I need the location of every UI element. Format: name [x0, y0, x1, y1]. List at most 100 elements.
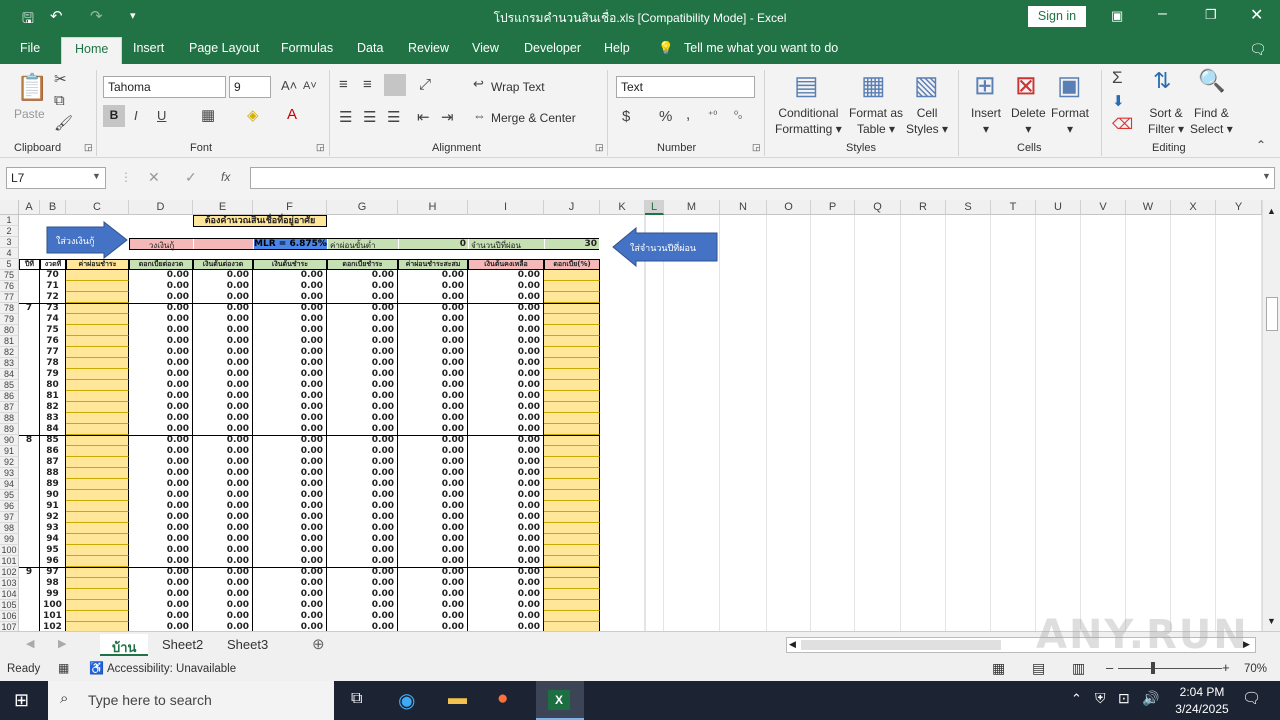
tab-data[interactable]: Data	[357, 41, 383, 55]
row-header[interactable]: 78	[0, 303, 19, 314]
value-cell[interactable]: 0.00	[253, 600, 327, 611]
column-header[interactable]: M	[664, 200, 720, 215]
collapse-ribbon-icon[interactable]: ⌃	[1256, 138, 1266, 152]
payment-cell[interactable]	[66, 501, 129, 512]
row-header[interactable]: 95	[0, 490, 19, 501]
value-cell[interactable]: 0.00	[253, 556, 327, 567]
year-cell[interactable]	[19, 479, 40, 490]
period-cell[interactable]: 101	[40, 611, 66, 622]
payment-cell[interactable]	[66, 347, 129, 358]
rate-cell[interactable]	[544, 545, 600, 556]
row-header[interactable]: 105	[0, 600, 19, 611]
increase-font-icon[interactable]: A˄	[281, 78, 297, 93]
year-cell[interactable]	[19, 534, 40, 545]
fill-icon[interactable]: ⬇	[1112, 92, 1125, 110]
column-header[interactable]: G	[327, 200, 398, 215]
payment-cell[interactable]	[66, 545, 129, 556]
column-header[interactable]: Y	[1216, 200, 1262, 215]
value-cell[interactable]: 0.00	[327, 589, 398, 600]
format-cells-icon[interactable]: ▣	[1057, 70, 1082, 101]
value-cell[interactable]: 0.00	[468, 281, 544, 292]
value-cell[interactable]: 0.00	[398, 611, 468, 622]
insert-cells-button[interactable]: Insert ▾	[971, 105, 1001, 137]
value-cell[interactable]: 0.00	[468, 479, 544, 490]
value-cell[interactable]: 0.00	[253, 347, 327, 358]
column-header[interactable]: Q	[855, 200, 901, 215]
value-cell[interactable]: 0.00	[129, 413, 193, 424]
column-header[interactable]: B	[40, 200, 66, 215]
payment-cell[interactable]	[66, 523, 129, 534]
confirm-entry-icon[interactable]: ✓	[185, 169, 197, 186]
value-cell[interactable]: 0.00	[398, 567, 468, 578]
orientation-icon[interactable]: ⤢	[419, 76, 431, 93]
fee-value[interactable]: 0	[399, 239, 468, 249]
rate-cell[interactable]	[544, 567, 600, 578]
value-cell[interactable]: 0.00	[398, 468, 468, 479]
cell-styles-button[interactable]: Cell Styles ▾	[906, 105, 948, 137]
period-cell[interactable]: 72	[40, 292, 66, 303]
value-cell[interactable]: 0.00	[129, 600, 193, 611]
row-header[interactable]: 101	[0, 556, 19, 567]
value-cell[interactable]: 0.00	[193, 347, 253, 358]
year-cell[interactable]: 8	[19, 435, 40, 446]
minimize-icon[interactable]: –	[1158, 5, 1167, 23]
value-cell[interactable]: 0.00	[129, 457, 193, 468]
payment-cell[interactable]	[66, 589, 129, 600]
value-cell[interactable]: 0.00	[253, 380, 327, 391]
decrease-indent-icon[interactable]: ⇤	[417, 108, 430, 126]
value-cell[interactable]: 0.00	[468, 556, 544, 567]
format-cells-button[interactable]: Format ▾	[1051, 105, 1089, 137]
tab-home[interactable]: Home	[61, 37, 123, 64]
align-right-icon[interactable]: ☰	[387, 108, 400, 126]
period-cell[interactable]: 74	[40, 314, 66, 325]
row-header[interactable]: 80	[0, 325, 19, 336]
tab-help[interactable]: Help	[604, 41, 630, 55]
row-header[interactable]: 97	[0, 512, 19, 523]
value-cell[interactable]: 0.00	[253, 479, 327, 490]
value-cell[interactable]: 0.00	[193, 578, 253, 589]
payment-cell[interactable]	[66, 270, 129, 281]
tell-me-search[interactable]: Tell me what you want to do	[684, 41, 838, 55]
period-cell[interactable]: 79	[40, 369, 66, 380]
year-cell[interactable]	[19, 336, 40, 347]
value-cell[interactable]: 0.00	[327, 402, 398, 413]
row-header[interactable]: 94	[0, 479, 19, 490]
value-cell[interactable]: 0.00	[129, 589, 193, 600]
value-cell[interactable]: 0.00	[398, 413, 468, 424]
rate-cell[interactable]	[544, 303, 600, 314]
value-cell[interactable]: 0.00	[193, 501, 253, 512]
value-cell[interactable]: 0.00	[327, 611, 398, 622]
value-cell[interactable]: 0.00	[327, 567, 398, 578]
payment-cell[interactable]	[66, 468, 129, 479]
year-cell[interactable]	[19, 512, 40, 523]
payment-cell[interactable]	[66, 611, 129, 622]
value-cell[interactable]: 0.00	[327, 292, 398, 303]
period-cell[interactable]: 96	[40, 556, 66, 567]
bold-button[interactable]: B	[103, 105, 125, 127]
value-cell[interactable]: 0.00	[468, 391, 544, 402]
year-cell[interactable]	[19, 391, 40, 402]
zoom-slider-thumb[interactable]	[1151, 662, 1155, 674]
copy-icon[interactable]: ⧉	[54, 92, 65, 109]
clock-time[interactable]: 2:04 PM	[1174, 685, 1230, 699]
value-cell[interactable]: 0.00	[398, 303, 468, 314]
payment-cell[interactable]	[66, 534, 129, 545]
payment-cell[interactable]	[66, 435, 129, 446]
format-as-table-button[interactable]: Format as Table ▾	[849, 105, 903, 137]
value-cell[interactable]: 0.00	[129, 468, 193, 479]
column-header[interactable]: F	[253, 200, 327, 215]
period-cell[interactable]: 73	[40, 303, 66, 314]
rate-cell[interactable]	[544, 347, 600, 358]
row-header[interactable]: 93	[0, 468, 19, 479]
value-cell[interactable]: 0.00	[398, 402, 468, 413]
sort-filter-icon[interactable]: ⇅	[1153, 68, 1171, 94]
value-cell[interactable]: 0.00	[327, 512, 398, 523]
tab-developer[interactable]: Developer	[524, 41, 581, 55]
column-header[interactable]: P	[811, 200, 855, 215]
value-cell[interactable]: 0.00	[468, 589, 544, 600]
period-cell[interactable]: 75	[40, 325, 66, 336]
value-cell[interactable]: 0.00	[398, 479, 468, 490]
vertical-scroll-thumb[interactable]	[1266, 297, 1278, 331]
payment-cell[interactable]	[66, 292, 129, 303]
rate-cell[interactable]	[544, 435, 600, 446]
